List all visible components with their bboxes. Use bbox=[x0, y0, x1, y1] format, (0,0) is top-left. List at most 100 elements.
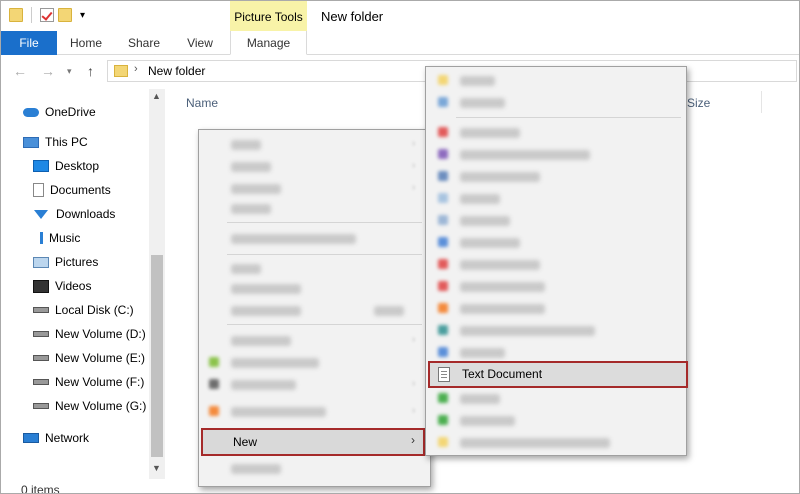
app-icon bbox=[438, 237, 448, 247]
divider bbox=[227, 222, 422, 223]
menu-item-blurred[interactable] bbox=[460, 282, 545, 292]
app-icon bbox=[438, 393, 448, 403]
tab-share[interactable]: Share bbox=[119, 31, 169, 55]
nav-item-documents[interactable]: Documents bbox=[33, 179, 111, 201]
scroll-thumb[interactable] bbox=[151, 255, 163, 457]
folder-icon bbox=[114, 65, 128, 77]
properties-icon[interactable] bbox=[40, 8, 54, 22]
context-menu-new[interactable]: New › bbox=[201, 428, 425, 456]
nav-item-new-volume-d[interactable]: New Volume (D:) bbox=[33, 323, 146, 345]
up-icon[interactable]: ↑ bbox=[87, 63, 94, 79]
nav-item-videos[interactable]: Videos bbox=[33, 275, 91, 297]
picture-tools-label: Picture Tools bbox=[230, 1, 307, 31]
menu-item-blurred[interactable] bbox=[231, 264, 261, 274]
nav-item-network[interactable]: Network bbox=[23, 427, 89, 449]
menu-item-blurred[interactable] bbox=[231, 464, 281, 474]
nav-item-new-volume-f[interactable]: New Volume (F:) bbox=[33, 371, 144, 393]
app-icon bbox=[438, 149, 448, 159]
navigation-pane: OneDrive This PC Desktop Documents Downl… bbox=[1, 91, 149, 481]
customize-dropdown-icon[interactable]: ▾ bbox=[80, 10, 85, 21]
menu-item-blurred[interactable] bbox=[460, 76, 495, 86]
new-label: New bbox=[233, 435, 258, 449]
nav-item-label: Desktop bbox=[55, 159, 100, 173]
submenu-item-text-document[interactable]: Text Document bbox=[428, 361, 688, 388]
forward-icon[interactable]: → bbox=[41, 63, 55, 79]
menu-item-blurred[interactable] bbox=[460, 260, 540, 270]
back-icon[interactable]: ← bbox=[13, 63, 27, 79]
menu-item-blurred[interactable] bbox=[231, 358, 319, 368]
menu-item-blurred[interactable] bbox=[231, 184, 281, 194]
nav-item-downloads[interactable]: Downloads bbox=[33, 203, 115, 225]
menu-item-blurred[interactable] bbox=[231, 204, 271, 214]
submenu-arrow-icon: › bbox=[412, 138, 416, 149]
zip-folder-icon bbox=[438, 437, 448, 447]
nav-item-pictures[interactable]: Pictures bbox=[33, 251, 98, 273]
menu-item-blurred[interactable] bbox=[231, 284, 301, 294]
nav-item-local-disk-c[interactable]: Local Disk (C:) bbox=[33, 299, 134, 321]
disk-icon bbox=[33, 355, 49, 361]
menu-item-blurred[interactable] bbox=[231, 234, 356, 244]
nav-item-label: OneDrive bbox=[45, 105, 96, 119]
scroll-down-icon[interactable]: ▼ bbox=[152, 463, 161, 473]
menu-item-blurred[interactable] bbox=[460, 98, 505, 108]
nav-scrollbar[interactable]: ▲ ▼ bbox=[149, 89, 165, 479]
folder-icon[interactable] bbox=[9, 8, 23, 22]
app-icon bbox=[438, 325, 448, 335]
menu-item-blurred[interactable] bbox=[231, 306, 301, 316]
menu-item-blurred[interactable] bbox=[231, 162, 271, 172]
disk-icon bbox=[33, 379, 49, 385]
tab-file[interactable]: File bbox=[1, 31, 57, 55]
menu-item-blurred[interactable] bbox=[460, 348, 505, 358]
nav-item-this-pc[interactable]: This PC bbox=[23, 131, 88, 153]
menu-item-blurred[interactable] bbox=[231, 140, 261, 150]
chevron-right-icon: › bbox=[411, 433, 415, 447]
downloads-icon bbox=[34, 209, 48, 219]
nav-item-onedrive[interactable]: OneDrive bbox=[23, 101, 96, 123]
menu-item-blurred[interactable] bbox=[231, 380, 296, 390]
app-icon bbox=[438, 281, 448, 291]
menu-item-blurred[interactable] bbox=[231, 336, 291, 346]
menu-item-blurred[interactable] bbox=[460, 304, 545, 314]
divider bbox=[227, 254, 422, 255]
submenu-arrow-icon: › bbox=[412, 334, 416, 345]
nav-item-label: New Volume (F:) bbox=[55, 375, 145, 389]
app-icon bbox=[438, 415, 448, 425]
recent-locations-icon[interactable]: ▾ bbox=[67, 66, 72, 77]
nav-item-new-volume-g[interactable]: New Volume (G:) bbox=[33, 395, 146, 417]
divider bbox=[31, 7, 32, 23]
breadcrumb[interactable]: New folder bbox=[148, 64, 205, 78]
tab-view[interactable]: View bbox=[177, 31, 223, 55]
menu-item-blurred[interactable] bbox=[460, 216, 510, 226]
app-icon bbox=[438, 215, 448, 225]
scroll-up-icon[interactable]: ▲ bbox=[152, 91, 161, 101]
nav-item-label: Network bbox=[45, 431, 90, 445]
tab-manage[interactable]: Manage bbox=[230, 31, 307, 55]
menu-item-blurred[interactable] bbox=[460, 416, 515, 426]
menu-item-blurred[interactable] bbox=[460, 394, 500, 404]
folder-icon bbox=[438, 75, 448, 85]
app-icon bbox=[438, 303, 448, 313]
menu-item-blurred[interactable] bbox=[460, 128, 520, 138]
text-document-label: Text Document bbox=[462, 367, 543, 381]
chevron-right-icon[interactable]: › bbox=[134, 63, 138, 75]
nav-item-music[interactable]: Music bbox=[33, 227, 80, 249]
nav-item-desktop[interactable]: Desktop bbox=[33, 155, 99, 177]
status-item-count: 0 items bbox=[21, 483, 60, 494]
quick-access-toolbar: ▾ bbox=[9, 7, 85, 23]
menu-item-blurred[interactable] bbox=[460, 194, 500, 204]
submenu-arrow-icon: › bbox=[412, 378, 416, 389]
menu-item-blurred[interactable] bbox=[460, 326, 595, 336]
menu-item-blurred[interactable] bbox=[460, 150, 590, 160]
nav-item-new-volume-e[interactable]: New Volume (E:) bbox=[33, 347, 145, 369]
ribbon-tabs: File Home Share View Manage bbox=[1, 31, 799, 55]
menu-item-blurred[interactable] bbox=[460, 238, 520, 248]
new-folder-icon[interactable] bbox=[58, 8, 72, 22]
tab-home[interactable]: Home bbox=[61, 31, 111, 55]
network-icon bbox=[23, 433, 39, 443]
menu-item-blurred[interactable] bbox=[460, 172, 540, 182]
column-header-size[interactable]: Size bbox=[687, 96, 710, 110]
shortcut-text-blurred bbox=[374, 306, 404, 316]
menu-item-blurred[interactable] bbox=[231, 407, 326, 417]
menu-item-blurred[interactable] bbox=[460, 438, 610, 448]
column-header-name[interactable]: Name bbox=[186, 96, 218, 110]
